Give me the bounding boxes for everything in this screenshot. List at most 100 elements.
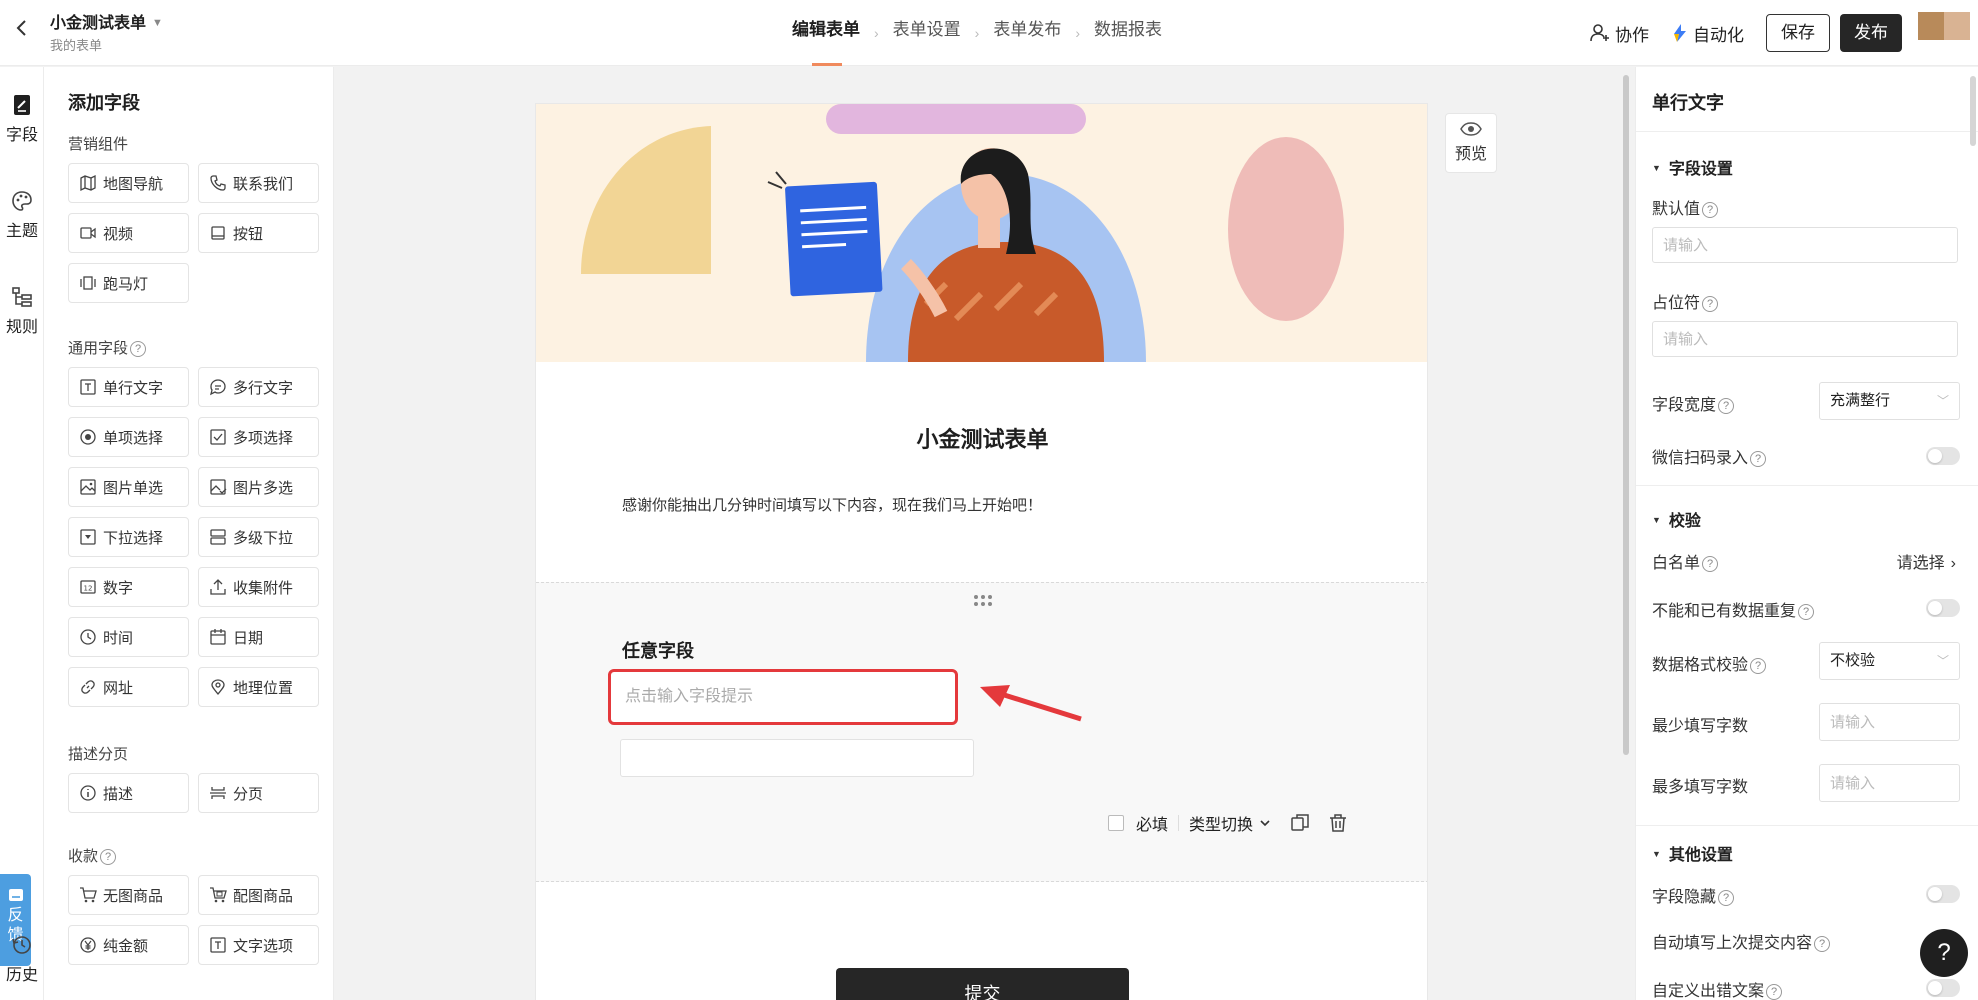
help-icon[interactable]: ? [1702, 296, 1719, 312]
min-chars-input[interactable] [1819, 703, 1960, 741]
type-switch-dropdown[interactable]: 类型切换 [1189, 811, 1273, 835]
chip-label: 跑马灯 [103, 275, 149, 293]
canvas-scrollbar[interactable] [1623, 75, 1629, 755]
field-chip-amount[interactable]: 纯金额 [68, 925, 189, 965]
divider [1636, 131, 1978, 132]
help-icon[interactable]: ? [1766, 984, 1783, 1000]
feedback-icon [8, 889, 23, 901]
section-validation[interactable]: ▼ 校验 [1652, 507, 1701, 531]
rail-label-fields: 字段 [5, 127, 38, 144]
tab-edit-form[interactable]: 编辑表单 [792, 0, 860, 66]
field-hint-input[interactable] [608, 669, 958, 725]
help-icon[interactable]: ? [100, 849, 117, 865]
copy-icon[interactable] [1289, 812, 1311, 834]
field-chip-time[interactable]: 时间 [68, 617, 189, 657]
location-pin-icon [211, 679, 225, 696]
default-value-input[interactable] [1652, 227, 1958, 263]
back-arrow-icon[interactable] [10, 16, 34, 40]
field-width-label: 字段宽度? [1652, 391, 1735, 415]
preview-button[interactable]: 预览 [1445, 113, 1497, 173]
tab-form-settings[interactable]: 表单设置 [893, 0, 961, 66]
form-title-dropdown[interactable]: 小金测试表单 ▼ [50, 9, 163, 33]
help-icon[interactable]: ? [1798, 604, 1815, 620]
publish-button[interactable]: 发布 [1840, 14, 1902, 52]
rail-item-history[interactable]: 历史 [0, 933, 44, 985]
trash-icon[interactable] [1327, 812, 1349, 834]
field-chip-cascade[interactable]: 多级下拉 [198, 517, 319, 557]
help-icon[interactable]: ? [130, 341, 147, 357]
automation-button[interactable]: 自动化 [1671, 21, 1744, 46]
help-button[interactable]: ? [1920, 929, 1968, 977]
field-chip-description[interactable]: 描述 [68, 773, 189, 813]
radio-icon [80, 429, 96, 445]
field-chip-checkbox[interactable]: 多项选择 [198, 417, 319, 457]
max-chars-input[interactable] [1819, 764, 1960, 802]
format-check-label: 数据格式校验? [1652, 651, 1767, 675]
button-icon [211, 226, 225, 240]
form-heading[interactable]: 小金测试表单 [536, 422, 1427, 454]
field-chip-video[interactable]: 视频 [68, 213, 189, 253]
selected-field-block[interactable]: 任意字段 必填 类型切换 [536, 582, 1427, 882]
cascade-icon [210, 529, 226, 545]
custom-error-toggle[interactable] [1926, 979, 1960, 997]
field-chip-upload[interactable]: 收集附件 [198, 567, 319, 607]
field-chip-pagination[interactable]: 分页 [198, 773, 319, 813]
chip-label: 图片多选 [233, 479, 294, 497]
drag-handle-icon[interactable] [972, 593, 994, 607]
breadcrumb[interactable]: 我的表单 [50, 35, 102, 54]
min-chars-label: 最少填写字数 [1652, 718, 1749, 735]
form-banner-illustration [536, 104, 1427, 362]
field-properties-panel: 单行文字 ▼ 字段设置 默认值? 占位符? 字段宽度? 充满整行 ﹀ 微信扫码录入?… [1635, 67, 1978, 1000]
wechat-scan-toggle[interactable] [1926, 447, 1960, 465]
tab-data-report[interactable]: 数据报表 [1094, 0, 1162, 66]
field-chip-url[interactable]: 网址 [68, 667, 189, 707]
field-hidden-toggle[interactable] [1926, 885, 1960, 903]
help-icon[interactable]: ? [1702, 202, 1719, 218]
field-chip-map[interactable]: 地图导航 [68, 163, 189, 203]
help-icon[interactable]: ? [1750, 658, 1767, 674]
help-icon[interactable]: ? [1750, 451, 1767, 467]
field-width-select[interactable]: 充满整行 ﹀ [1819, 382, 1960, 420]
submit-button[interactable]: 提交 [836, 968, 1129, 1000]
save-button[interactable]: 保存 [1766, 14, 1830, 52]
properties-scrollbar[interactable] [1970, 76, 1976, 146]
required-checkbox[interactable] [1107, 815, 1124, 831]
field-chip-single-line[interactable]: 单行文字 [68, 367, 189, 407]
help-icon[interactable]: ? [1718, 398, 1735, 414]
section-field-settings[interactable]: ▼ 字段设置 [1652, 155, 1733, 179]
field-chip-marquee[interactable]: 跑马灯 [68, 263, 189, 303]
placeholder-input[interactable] [1652, 321, 1958, 357]
field-chip-multi-line[interactable]: 多行文字 [198, 367, 319, 407]
field-label[interactable]: 任意字段 [622, 637, 694, 663]
form-title-text: 小金测试表单 [50, 15, 147, 32]
field-chip-radio[interactable]: 单项选择 [68, 417, 189, 457]
field-chip-date[interactable]: 日期 [198, 617, 319, 657]
help-icon[interactable]: ? [1814, 936, 1831, 952]
field-chip-product[interactable]: 无图商品 [68, 875, 189, 915]
rail-item-fields[interactable]: 字段 [0, 93, 44, 145]
field-chip-dropdown[interactable]: 下拉选择 [68, 517, 189, 557]
rail-item-theme[interactable]: 主题 [0, 189, 44, 241]
field-chip-button[interactable]: 按钮 [198, 213, 319, 253]
format-check-select[interactable]: 不校验 ﹀ [1819, 642, 1960, 680]
whitelist-select[interactable]: 请选择 › [1897, 549, 1956, 573]
placeholder-label: 占位符? [1652, 289, 1719, 313]
field-chip-number[interactable]: 12 数字 [68, 567, 189, 607]
field-chip-location[interactable]: 地理位置 [198, 667, 319, 707]
avatar[interactable] [1918, 12, 1970, 40]
required-label: 必填 [1135, 817, 1168, 834]
help-icon[interactable]: ? [1702, 556, 1719, 572]
form-description[interactable]: 感谢你能抽出几分钟时间填写以下内容，现在我们马上开始吧！ [622, 494, 1042, 515]
section-other-settings[interactable]: ▼ 其他设置 [1652, 841, 1733, 865]
no-duplicate-toggle[interactable] [1926, 599, 1960, 617]
field-chip-image-multi[interactable]: 图片多选 [198, 467, 319, 507]
rail-item-rules[interactable]: 规则 [0, 285, 44, 337]
field-chip-contact[interactable]: 联系我们 [198, 163, 319, 203]
field-chip-product-image[interactable]: 配图商品 [198, 875, 319, 915]
tab-form-publish[interactable]: 表单发布 [993, 0, 1061, 66]
field-chip-text-option[interactable]: 文字选项 [198, 925, 319, 965]
form-card: 小金测试表单 感谢你能抽出几分钟时间填写以下内容，现在我们马上开始吧！ 任意字段… [535, 103, 1428, 1000]
help-icon[interactable]: ? [1718, 890, 1735, 906]
collaborate-button[interactable]: 协作 [1589, 21, 1649, 46]
field-chip-image-radio[interactable]: 图片单选 [68, 467, 189, 507]
